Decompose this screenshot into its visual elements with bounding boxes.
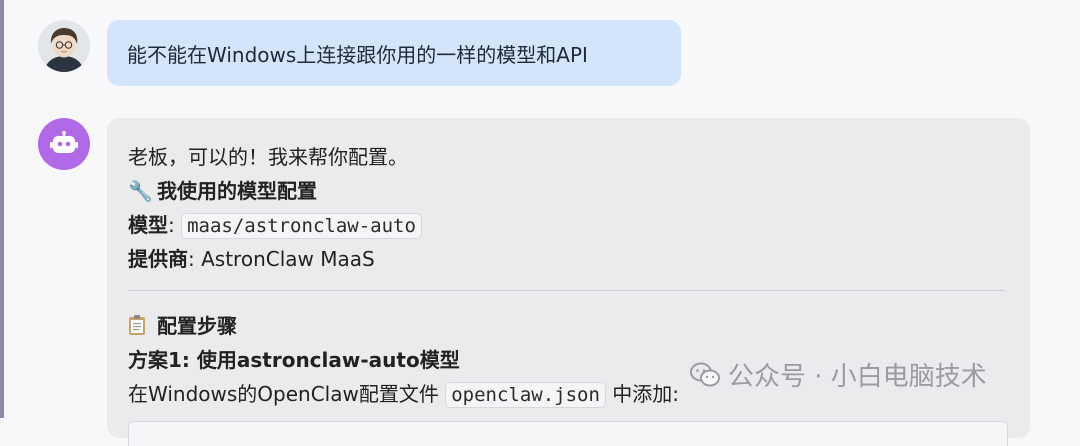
model-row: 模型: maas/astronclaw-auto: [128, 208, 1008, 242]
step-prefix: 在Windows的OpenClaw配置文件: [128, 382, 439, 406]
user-message-text: 能不能在Windows上连接跟你用的一样的模型和API: [127, 42, 588, 67]
model-code: maas/astronclaw-auto: [181, 213, 422, 239]
user-message-bubble: 能不能在Windows上连接跟你用的一样的模型和API: [107, 20, 681, 86]
provider-label: 提供商: [128, 247, 188, 271]
provider-row: 提供商: AstronClaw MaaS: [128, 247, 375, 271]
user-photo-icon: [38, 20, 90, 72]
assistant-greeting: 老板，可以的！我来帮你配置。: [128, 145, 408, 169]
user-avatar: [38, 20, 90, 72]
config-filename-code: openclaw.json: [445, 382, 606, 408]
watermark: 公众号 · 小白电脑技术: [690, 356, 987, 393]
provider-value: AstronClaw MaaS: [201, 247, 375, 271]
clipboard-icon: [128, 311, 150, 345]
model-label: 模型: [128, 213, 168, 237]
step-suffix: 中添加:: [612, 382, 680, 406]
assistant-avatar: [38, 118, 90, 170]
watermark-text: 公众号 · 小白电脑技术: [728, 362, 987, 392]
code-block: [128, 421, 1008, 446]
section-title: 我使用的模型配置: [156, 179, 317, 203]
divider: [128, 290, 1005, 291]
left-edge-rule: [0, 0, 4, 418]
section-title: 配置步骤: [156, 314, 237, 338]
robot-icon: [50, 131, 78, 153]
section-heading-steps: 配置步骤: [128, 309, 1008, 343]
wechat-icon: [690, 362, 720, 386]
section-heading-model-config: 🔧 我使用的模型配置: [128, 174, 1008, 208]
wrench-icon: 🔧: [128, 179, 153, 203]
